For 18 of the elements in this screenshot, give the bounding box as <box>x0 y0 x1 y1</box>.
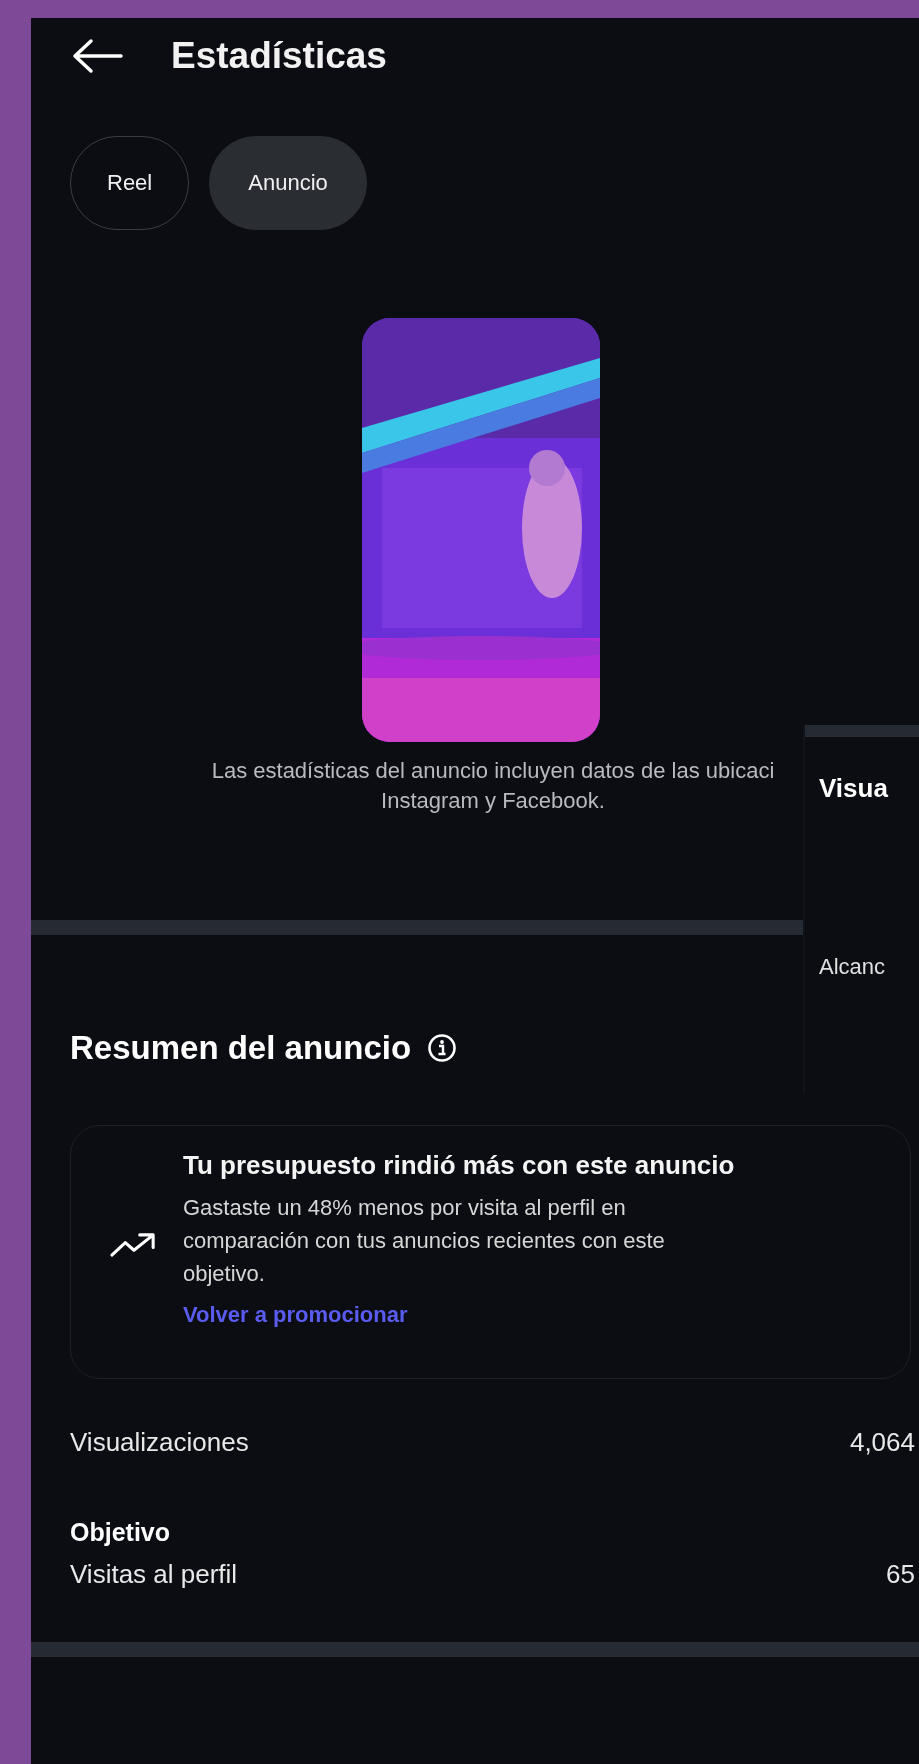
info-icon[interactable] <box>427 1033 458 1063</box>
promote-again-link[interactable]: Volver a promocionar <box>183 1302 408 1328</box>
trending-up-icon <box>109 1230 157 1258</box>
panel-title: Visua <box>818 772 889 804</box>
insight-title: Tu presupuesto rindió más con este anuncio <box>183 1150 735 1181</box>
objective-heading: Objetivo <box>70 1518 170 1547</box>
panel-label: Alcanc <box>818 953 887 980</box>
metric-label: Visualizaciones <box>70 1427 249 1458</box>
back-arrow-icon[interactable] <box>71 38 123 74</box>
insight-text: Gastaste un 48% menos por visita al perfil en comparación con tus anuncios recientes con este objetivo. <box>183 1194 666 1288</box>
page-title: Estadísticas <box>171 35 387 77</box>
caption-text: Las estadísticas del anuncio incluyen datos de las ubicaci <box>211 757 775 785</box>
tab-chip[interactable]: Anuncio <box>209 136 367 230</box>
metric-label: Visitas al perfil <box>70 1559 238 1590</box>
metric-value: 4,064 <box>849 1427 915 1458</box>
caption-text: Instagram y Facebook. <box>381 787 605 815</box>
section-title: Resumen del anuncio <box>70 1029 412 1067</box>
metric-value: 65 <box>886 1559 915 1590</box>
